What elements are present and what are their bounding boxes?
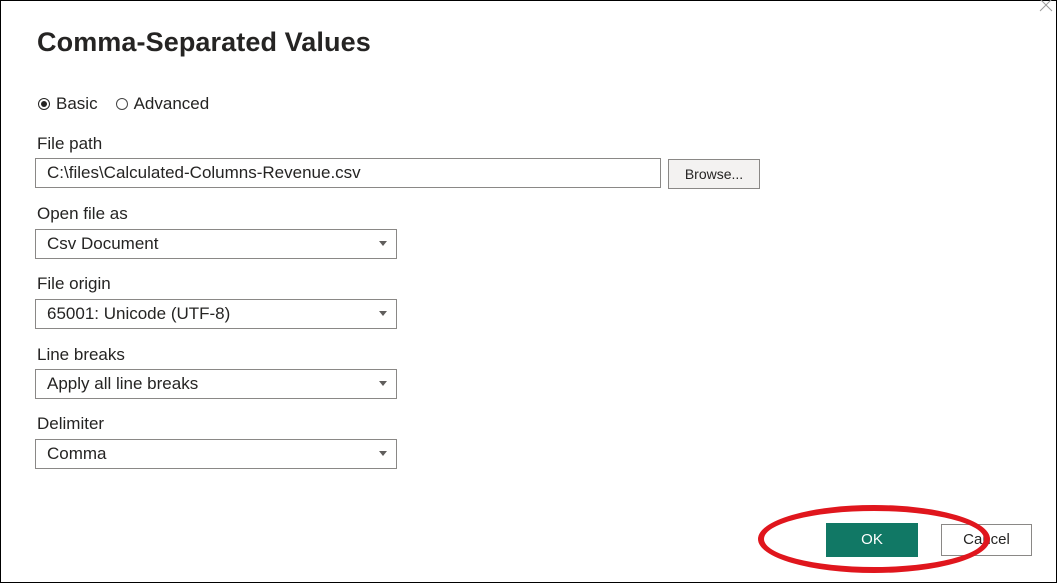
open-file-as-value: Csv Document	[47, 234, 159, 253]
advanced-radio-label[interactable]: Advanced	[134, 94, 210, 114]
basic-radio[interactable]	[38, 98, 50, 110]
file-origin-select[interactable]: 65001: Unicode (UTF-8)	[35, 299, 397, 329]
line-breaks-label: Line breaks	[37, 345, 125, 364]
delimiter-label: Delimiter	[37, 414, 105, 433]
line-breaks-select[interactable]: Apply all line breaks	[35, 369, 397, 399]
open-file-as-label: Open file as	[37, 204, 128, 223]
ok-button[interactable]: OK	[826, 523, 918, 557]
file-path-label: File path	[37, 134, 103, 153]
chevron-down-icon	[379, 311, 387, 316]
delimiter-select[interactable]: Comma	[35, 439, 397, 469]
open-file-as-select[interactable]: Csv Document	[35, 229, 397, 259]
close-icon[interactable]	[1038, 0, 1054, 13]
advanced-radio[interactable]	[115, 98, 128, 110]
line-breaks-value: Apply all line breaks	[47, 374, 199, 393]
chevron-down-icon	[379, 451, 387, 456]
mode-radio-group: Basic Advanced	[38, 93, 209, 115]
browse-button[interactable]: Browse...	[668, 159, 760, 189]
csv-dialog: Comma-Separated Values Basic Advanced Fi…	[0, 0, 1057, 583]
cancel-button[interactable]: Cancel	[941, 524, 1032, 556]
chevron-down-icon	[379, 381, 387, 386]
chevron-down-icon	[379, 241, 387, 246]
file-path-input[interactable]: C:\files\Calculated-Columns-Revenue.csv	[35, 158, 661, 188]
file-origin-value: 65001: Unicode (UTF-8)	[47, 304, 231, 323]
delimiter-value: Comma	[47, 444, 107, 463]
file-origin-label: File origin	[37, 274, 111, 293]
basic-radio-label[interactable]: Basic	[56, 94, 98, 114]
dialog-title: Comma-Separated Values	[37, 27, 371, 57]
